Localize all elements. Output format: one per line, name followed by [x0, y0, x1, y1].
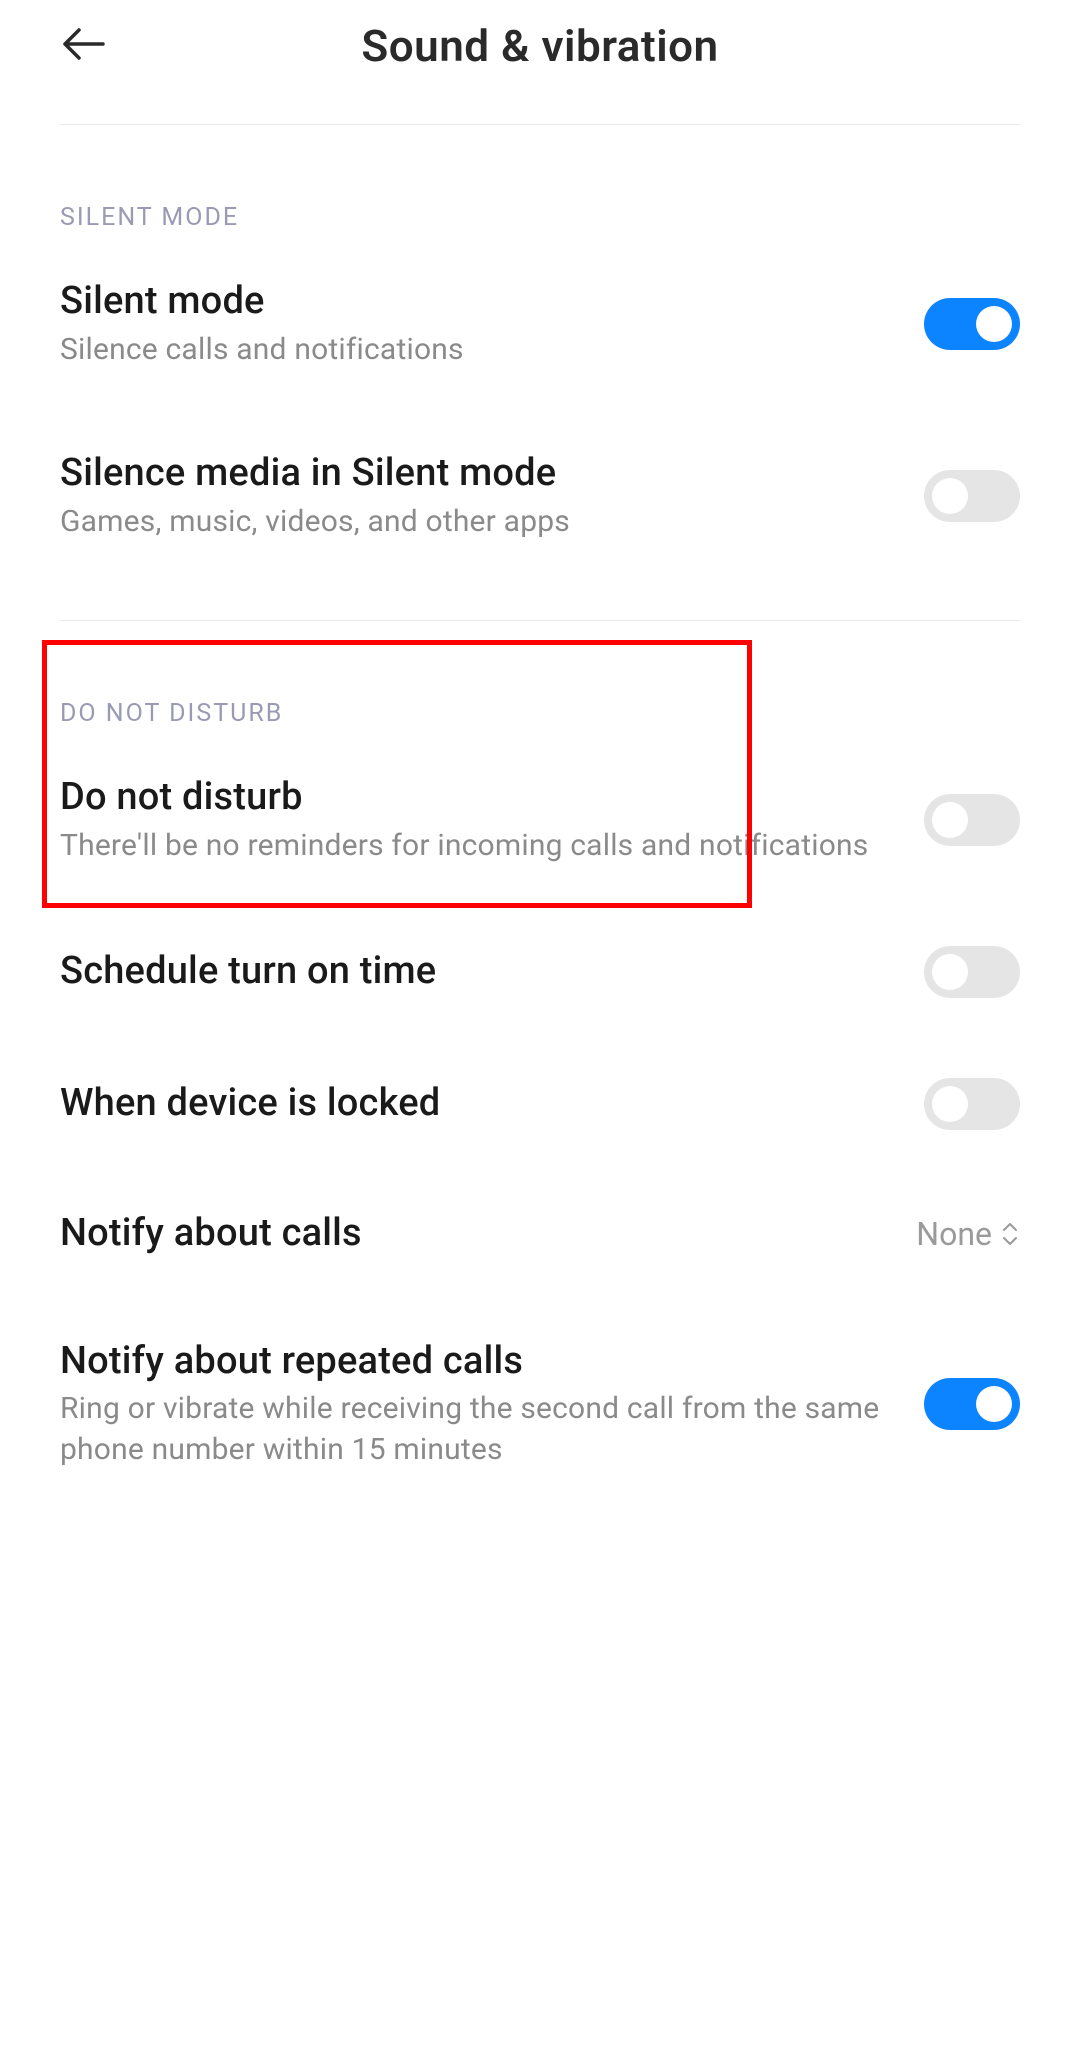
row-subtitle: Games, music, videos, and other apps: [60, 502, 894, 543]
row-title: Do not disturb: [60, 774, 894, 822]
toggle-schedule[interactable]: [924, 946, 1020, 998]
row-text: Notify about calls: [60, 1210, 916, 1258]
row-text: Schedule turn on time: [60, 948, 924, 996]
toggle-thumb: [932, 478, 968, 514]
row-title: Notify about repeated calls: [60, 1338, 894, 1386]
toggle-when-locked[interactable]: [924, 1078, 1020, 1130]
row-title: When device is locked: [60, 1080, 894, 1128]
row-text: Notify about repeated calls Ring or vibr…: [60, 1338, 924, 1471]
section-header-dnd: DO NOT DISTURB: [60, 621, 1020, 734]
toggle-do-not-disturb[interactable]: [924, 794, 1020, 846]
toggle-thumb: [932, 802, 968, 838]
row-silent-mode[interactable]: Silent mode Silence calls and notificati…: [60, 238, 1020, 410]
section-do-not-disturb: DO NOT DISTURB Do not disturb There'll b…: [0, 621, 1080, 1510]
toggle-silent-mode[interactable]: [924, 298, 1020, 350]
row-text: Do not disturb There'll be no reminders …: [60, 774, 924, 866]
chevron-updown-icon: [1000, 1221, 1020, 1247]
row-silence-media[interactable]: Silence media in Silent mode Games, musi…: [60, 410, 1020, 582]
row-when-locked[interactable]: When device is locked: [60, 1038, 1020, 1170]
row-text: When device is locked: [60, 1080, 924, 1128]
toggle-thumb: [976, 306, 1012, 342]
toggle-thumb: [976, 1386, 1012, 1422]
row-notify-repeated[interactable]: Notify about repeated calls Ring or vibr…: [60, 1298, 1020, 1511]
row-schedule[interactable]: Schedule turn on time: [60, 906, 1020, 1038]
header: Sound & vibration: [0, 0, 1080, 102]
row-subtitle: Ring or vibrate while receiving the seco…: [60, 1389, 894, 1470]
section-silent-mode: SILENT MODE Silent mode Silence calls an…: [0, 125, 1080, 620]
row-subtitle: There'll be no reminders for incoming ca…: [60, 826, 894, 867]
toggle-silence-media[interactable]: [924, 470, 1020, 522]
back-icon[interactable]: [62, 26, 106, 66]
value-notify-calls: None: [916, 1215, 1020, 1253]
row-title: Schedule turn on time: [60, 948, 894, 996]
page-title: Sound & vibration: [60, 20, 1020, 72]
row-notify-calls[interactable]: Notify about calls None: [60, 1170, 1020, 1298]
row-do-not-disturb[interactable]: Do not disturb There'll be no reminders …: [60, 734, 1020, 906]
row-title: Silence media in Silent mode: [60, 450, 894, 498]
row-subtitle: Silence calls and notifications: [60, 330, 894, 371]
row-text: Silent mode Silence calls and notificati…: [60, 278, 924, 370]
row-text: Silence media in Silent mode Games, musi…: [60, 450, 924, 542]
value-text: None: [916, 1215, 992, 1253]
toggle-thumb: [932, 1086, 968, 1122]
row-title: Silent mode: [60, 278, 894, 326]
toggle-thumb: [932, 954, 968, 990]
section-header-silent: SILENT MODE: [60, 125, 1020, 238]
toggle-notify-repeated[interactable]: [924, 1378, 1020, 1430]
row-title: Notify about calls: [60, 1210, 886, 1258]
